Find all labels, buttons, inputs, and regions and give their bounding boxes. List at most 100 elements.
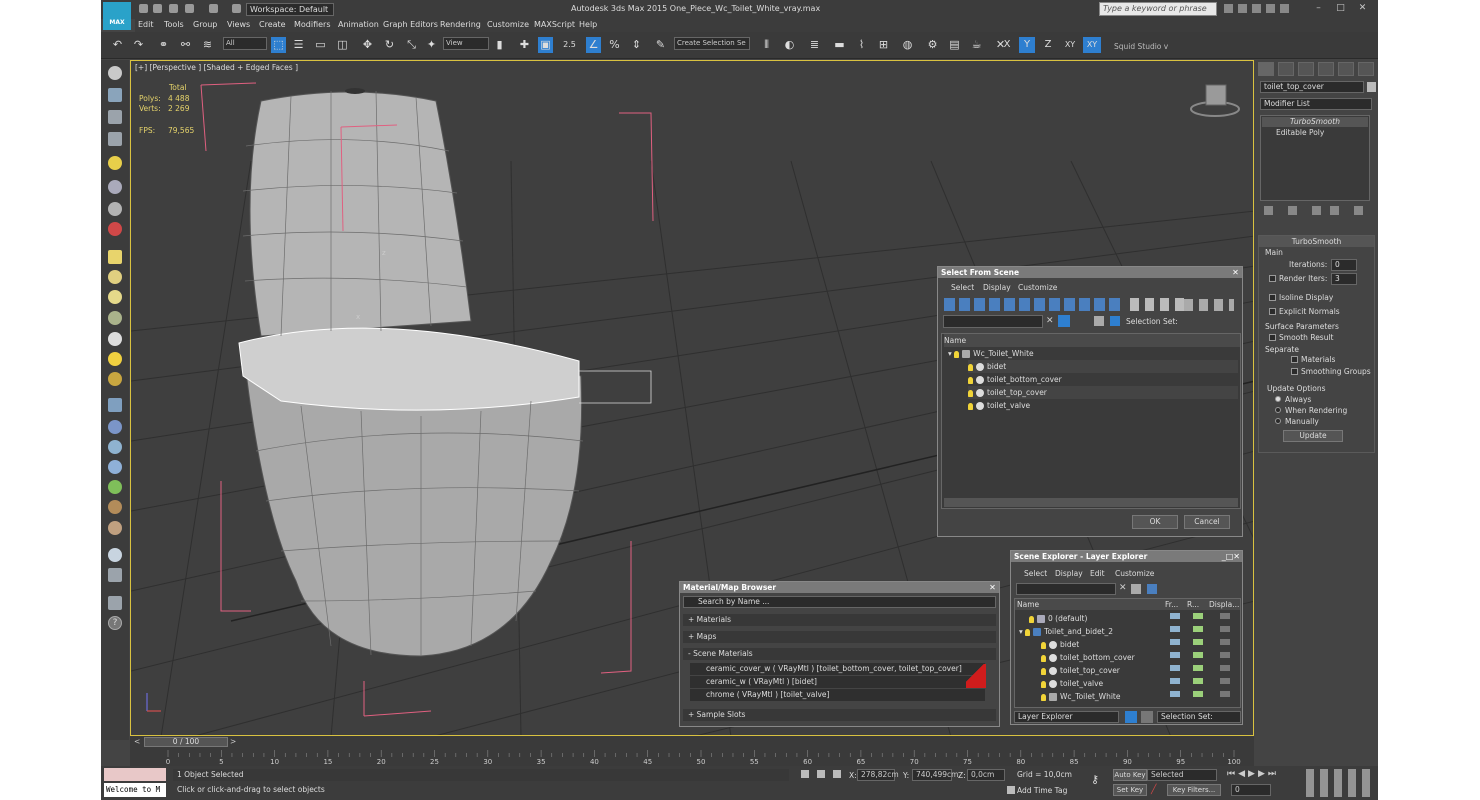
percent-snap-icon[interactable]: %: [607, 37, 622, 53]
align-icon[interactable]: ◐: [782, 37, 797, 53]
bulb-icon[interactable]: [1029, 615, 1034, 623]
layer-row[interactable]: ▾ Toilet_and_bidet_2: [1019, 625, 1113, 638]
modifier-editable-poly[interactable]: Editable Poly: [1262, 128, 1368, 138]
minimize-icon[interactable]: –: [1313, 3, 1324, 14]
time-tag-icon[interactable]: [1007, 786, 1015, 794]
box-icon[interactable]: [108, 250, 122, 264]
record-icon[interactable]: [108, 222, 122, 236]
save-icon[interactable]: [169, 4, 178, 13]
manually-radio[interactable]: [1275, 418, 1281, 424]
bulb-icon[interactable]: [968, 376, 973, 384]
isoline-checkbox[interactable]: [1269, 294, 1276, 301]
remove-modifier-icon[interactable]: [1330, 206, 1339, 215]
window-controls[interactable]: _□✕: [1212, 552, 1240, 561]
find-case-icon[interactable]: [1058, 315, 1070, 327]
mirror-icon[interactable]: ⫴: [759, 37, 774, 53]
spinner-snap-icon[interactable]: ⇕: [629, 37, 644, 53]
scene-materials-group[interactable]: - Scene Materials: [683, 648, 996, 660]
dialog-title[interactable]: Select From Scene: [938, 267, 1242, 278]
modifier-list-dropdown[interactable]: Modifier List: [1260, 98, 1372, 110]
cancel-button[interactable]: Cancel: [1184, 515, 1230, 529]
menu-customize[interactable]: Customize: [1115, 569, 1154, 578]
dialog-title[interactable]: Scene Explorer - Layer Explorer: [1011, 551, 1242, 562]
iterations-spinner[interactable]: 0: [1331, 259, 1357, 271]
absolute-mode-icon[interactable]: [833, 770, 841, 778]
bulb-icon[interactable]: [954, 350, 960, 358]
time-slider-thumb[interactable]: 0 / 100: [144, 737, 228, 747]
selection-set-icon[interactable]: [1110, 316, 1120, 326]
angle-snap-icon[interactable]: ∠: [586, 37, 601, 53]
snap-toggle-icon[interactable]: 2.5: [562, 37, 577, 53]
name-column-header[interactable]: Name: [944, 334, 1240, 347]
menu-customize[interactable]: Customize: [1018, 283, 1057, 292]
object-color-swatch[interactable]: [1367, 82, 1376, 92]
menu-display[interactable]: Display: [983, 283, 1011, 292]
cylinder-icon[interactable]: [108, 270, 122, 284]
bulb-icon[interactable]: [1041, 693, 1046, 701]
material-search-input[interactable]: Search by Name ...: [683, 596, 996, 608]
explorer-mode-dropdown[interactable]: Layer Explorer: [1014, 711, 1119, 723]
close-icon[interactable]: ✕: [1231, 268, 1240, 277]
selection-filter-dropdown[interactable]: All: [223, 37, 267, 50]
bulb-icon[interactable]: [968, 363, 973, 371]
add-time-tag[interactable]: Add Time Tag: [1017, 786, 1067, 795]
material-ball-icon[interactable]: [108, 548, 122, 562]
modifier-stack[interactable]: TurboSmooth Editable Poly: [1260, 115, 1370, 201]
favorites-icon[interactable]: [1266, 4, 1275, 13]
material-entry[interactable]: chrome ( VRayMtl ) [toilet_valve]: [690, 689, 985, 701]
create-tab-icon[interactable]: [1258, 62, 1274, 76]
keyboard-shortcut-icon[interactable]: ▣: [538, 37, 553, 53]
freeze-icons[interactable]: [1170, 613, 1180, 703]
time-prev-icon[interactable]: <: [134, 737, 140, 746]
search-input[interactable]: [943, 315, 1043, 328]
undo-icon[interactable]: [185, 4, 194, 13]
hair-icon[interactable]: [108, 500, 122, 514]
configure-sets-icon[interactable]: [1354, 206, 1363, 215]
rendered-frame-icon[interactable]: ▤: [947, 37, 962, 53]
selection-set-dropdown[interactable]: Selection Set:: [1157, 711, 1241, 723]
maximize-icon[interactable]: □: [1335, 3, 1346, 14]
list-item[interactable]: toilet_valve: [968, 399, 1030, 412]
shapes-icon[interactable]: [108, 420, 122, 434]
camera-icon[interactable]: [108, 180, 122, 194]
redo-icon[interactable]: [209, 4, 218, 13]
hierarchy-tab-icon[interactable]: [1298, 62, 1314, 76]
materials-checkbox[interactable]: [1291, 356, 1298, 363]
motion-tab-icon[interactable]: [1318, 62, 1334, 76]
object-list[interactable]: Name ▾ Wc_Toilet_White bidet toilet_bott…: [941, 333, 1241, 509]
unlink-icon[interactable]: ⚯: [178, 37, 193, 53]
grass-icon[interactable]: [108, 480, 122, 494]
select-object-icon[interactable]: ⬚: [271, 37, 286, 53]
layer-row[interactable]: 0 (default): [1029, 612, 1087, 625]
menu-graph-editors[interactable]: Graph Editors: [383, 20, 438, 29]
viewport-nav-icons[interactable]: [1306, 769, 1374, 797]
time-slider[interactable]: < 0 / 100 >: [130, 736, 1254, 748]
window-crossing-icon[interactable]: ◫: [335, 37, 350, 53]
bulb-icon[interactable]: [1025, 628, 1031, 636]
axis-xy-button[interactable]: XY: [1062, 37, 1078, 53]
menu-tools[interactable]: Tools: [164, 20, 184, 29]
filter-options-icons[interactable]: [1184, 299, 1234, 311]
pin-stack-icon[interactable]: [1264, 206, 1273, 215]
bind-spacewarp-icon[interactable]: ≋: [200, 37, 215, 53]
always-radio[interactable]: [1275, 396, 1281, 402]
globe-icon[interactable]: [108, 460, 122, 474]
update-button[interactable]: Update: [1283, 430, 1343, 442]
time-next-icon[interactable]: >: [230, 737, 236, 746]
menu-rendering[interactable]: Rendering: [440, 20, 481, 29]
x-coordinate-field[interactable]: 278,82cm: [857, 769, 899, 781]
lock-icon[interactable]: [817, 770, 825, 778]
keyword-search-input[interactable]: Type a keyword or phrase: [1099, 2, 1217, 16]
playback-controls[interactable]: ⏮◀▶▶⏭: [1227, 769, 1287, 781]
move-icon[interactable]: ✥: [360, 37, 375, 53]
search-input[interactable]: [1016, 583, 1116, 595]
schematic-view-icon[interactable]: ⊞: [876, 37, 891, 53]
layers-icon[interactable]: [108, 596, 122, 610]
maxscript-listener[interactable]: Welcome to M: [104, 783, 166, 797]
maps-group[interactable]: + Maps: [683, 631, 996, 643]
menu-group[interactable]: Group: [193, 20, 217, 29]
layer-row[interactable]: toilet_top_cover: [1041, 664, 1120, 677]
material-entry[interactable]: ceramic_w ( VRayMtl ) [bidet]: [690, 676, 985, 688]
bulb-icon[interactable]: [968, 389, 973, 397]
horizontal-scrollbar[interactable]: [944, 498, 1238, 507]
